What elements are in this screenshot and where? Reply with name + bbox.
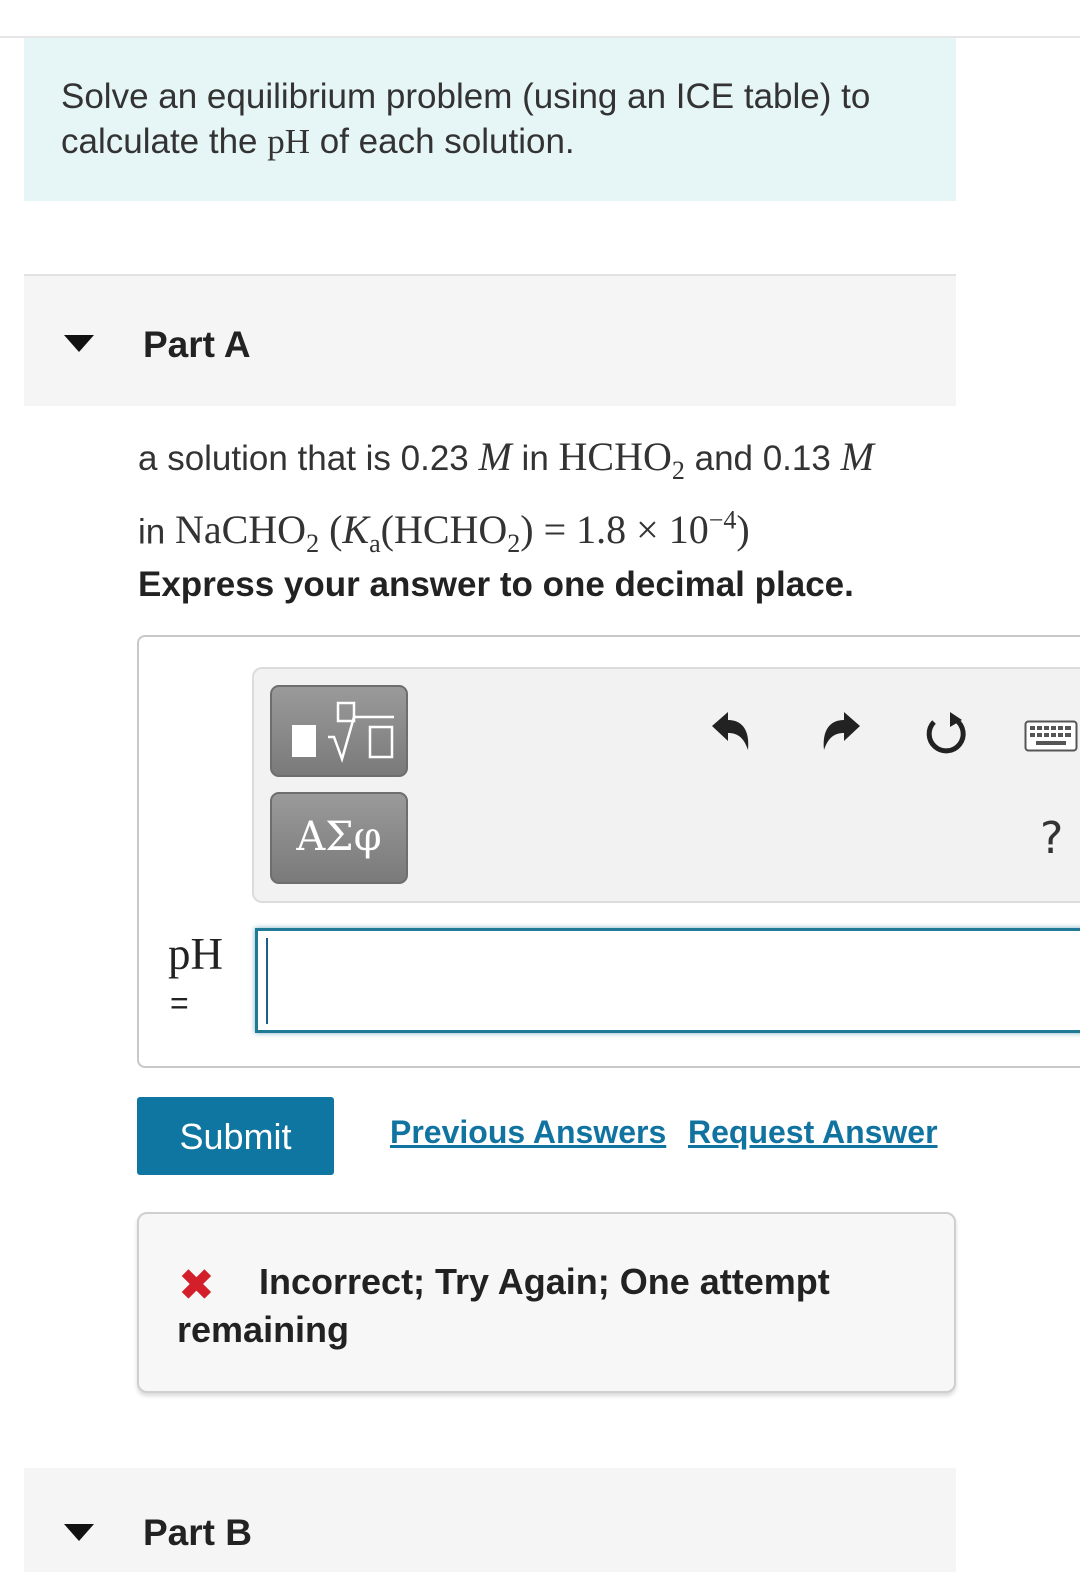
ka-subscript: a: [369, 529, 381, 559]
ka-exponent: −4: [708, 506, 737, 535]
ka-open: (: [319, 507, 343, 553]
ka-symbol: K: [342, 507, 370, 553]
intro-text-end: of each solution.: [310, 122, 575, 161]
answer-instruction: Express your answer to one decimal place…: [138, 565, 854, 604]
question-text-1: a solution that is 0.23: [138, 439, 479, 478]
formula-hcho2: HCHO: [558, 434, 672, 479]
symbols-label: ΑΣφ: [296, 814, 382, 860]
request-answer-link[interactable]: Request Answer: [688, 1114, 938, 1151]
question-text-2: in: [511, 439, 559, 478]
reset-icon[interactable]: [920, 708, 970, 763]
keyboard-icon[interactable]: [1024, 720, 1078, 757]
ka-value: ) = 1.8 × 10: [520, 507, 709, 553]
molarity-symbol: M: [840, 434, 874, 479]
redo-icon[interactable]: [818, 708, 864, 759]
intro-ph-math: pH: [267, 122, 311, 161]
caret-down-icon[interactable]: [64, 1524, 94, 1541]
question-text: a solution that is 0.23 M in HCHO2 and 0…: [138, 432, 978, 569]
text-cursor: [266, 938, 268, 1024]
templates-button[interactable]: [270, 685, 408, 777]
part-b-header[interactable]: Part B: [24, 1468, 956, 1572]
formula-nacho2: NaCHO: [174, 507, 307, 553]
question-text-4: in: [138, 512, 175, 552]
part-a-header[interactable]: Part A: [24, 274, 956, 406]
subscript: 2: [306, 529, 320, 559]
subscript: 2: [507, 529, 521, 559]
caret-down-icon[interactable]: [64, 335, 94, 352]
subscript: 2: [671, 456, 685, 485]
molarity-symbol: M: [478, 434, 512, 479]
question-text-3: and 0.13: [684, 439, 841, 478]
answer-label-ph: pH: [168, 929, 223, 979]
ka-close: ): [736, 507, 750, 553]
submit-button[interactable]: Submit: [137, 1097, 334, 1175]
previous-answers-link[interactable]: Previous Answers: [390, 1114, 666, 1151]
feedback-message: Incorrect; Try Again; One attempt remain…: [177, 1261, 830, 1350]
part-b-title[interactable]: Part B: [143, 1512, 252, 1554]
templates-sqrt-icon: [292, 701, 394, 764]
ka-formula: (HCHO: [380, 507, 508, 553]
intro-instructions: Solve an equilibrium problem (using an I…: [24, 38, 956, 201]
ph-answer-input[interactable]: [255, 928, 1080, 1033]
part-a-title[interactable]: Part A: [143, 324, 251, 366]
undo-icon[interactable]: [708, 708, 754, 759]
help-icon[interactable]: ?: [1040, 813, 1063, 864]
greek-symbols-button[interactable]: ΑΣφ: [270, 792, 408, 884]
answer-label-equals: =: [170, 985, 189, 1021]
